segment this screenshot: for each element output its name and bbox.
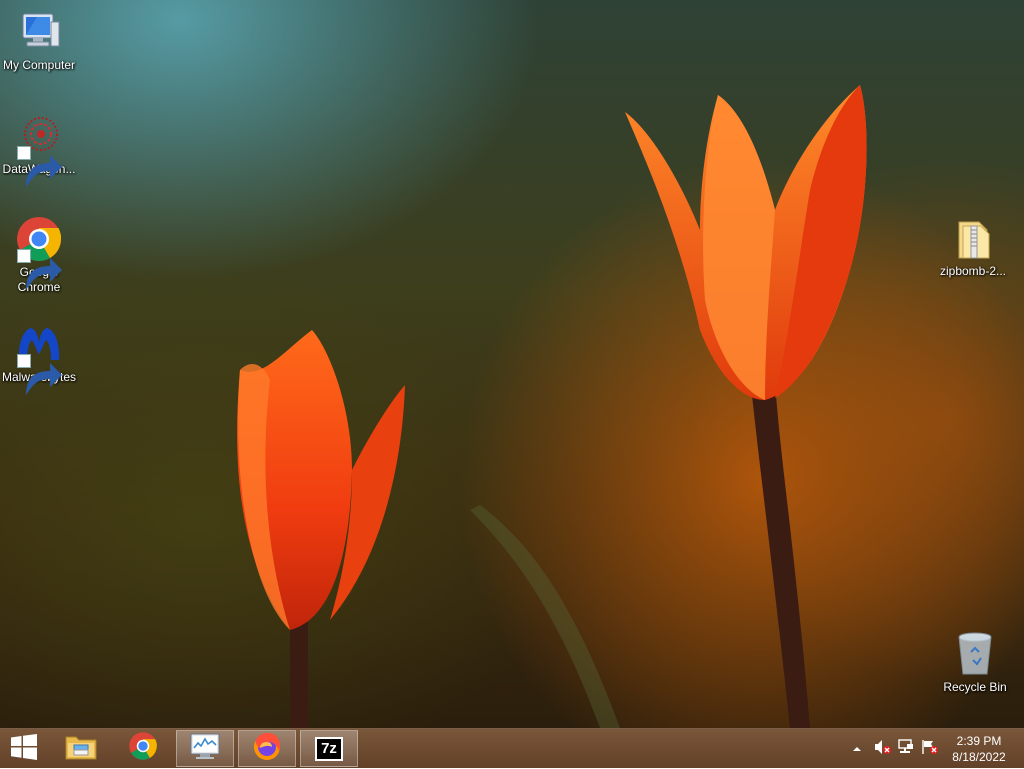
chrome-icon — [15, 215, 63, 290]
chrome-icon — [128, 731, 158, 766]
firefox-icon — [251, 730, 283, 767]
shortcut-arrow-icon — [17, 249, 62, 290]
shortcut-arrow-icon — [17, 146, 62, 187]
7zip-icon: 7z — [315, 736, 343, 761]
windows-logo-icon — [10, 733, 38, 766]
recycle-bin-icon — [951, 630, 999, 678]
show-hidden-icons-chevron-icon — [852, 740, 862, 758]
desktop-icon-label: My Computer — [2, 58, 76, 72]
show-hidden-icons-button[interactable] — [850, 729, 864, 769]
tray-volume[interactable] — [872, 729, 892, 769]
desktop-icon-google-chrome[interactable]: Google Chrome — [0, 215, 78, 295]
taskbar: 7z 2:39 PM 8/18/2022 — [0, 728, 1024, 768]
computer-icon — [15, 8, 63, 56]
7zip-icon-text: 7z — [321, 740, 337, 757]
tulip-wallpaper-art — [237, 85, 867, 728]
desktop-icon-my-computer[interactable]: My Computer — [0, 8, 78, 73]
malwarebytes-icon — [15, 320, 63, 395]
volume-muted-icon — [873, 739, 891, 760]
taskbar-7zip[interactable]: 7z — [300, 730, 358, 767]
desktop-icon-recycle-bin[interactable]: Recycle Bin — [936, 630, 1014, 695]
desktop-wallpaper — [0, 0, 1024, 728]
start-button[interactable] — [0, 729, 48, 769]
tray-network[interactable] — [896, 729, 916, 769]
clock-time: 2:39 PM — [956, 734, 1002, 748]
folder-icon — [949, 214, 997, 262]
taskbar-clock[interactable]: 2:39 PM 8/18/2022 — [946, 733, 1012, 765]
tray-action-center[interactable] — [920, 729, 940, 769]
taskbar-google-chrome[interactable] — [114, 730, 172, 767]
datawagon-icon — [15, 112, 63, 187]
shortcut-arrow-icon — [17, 354, 62, 395]
desktop-icon-label: zipbomb-2... — [939, 264, 1007, 278]
desktop-icon-zipbomb-folder[interactable]: zipbomb-2... — [934, 214, 1012, 279]
task-manager-icon — [189, 731, 221, 766]
desktop-icon-label: Recycle Bin — [943, 680, 1007, 694]
clock-date: 8/18/2022 — [952, 750, 1006, 764]
action-center-alert-icon — [921, 739, 939, 760]
taskbar-firefox[interactable] — [238, 730, 296, 767]
taskbar-file-explorer[interactable] — [52, 730, 110, 767]
taskbar-task-manager[interactable] — [176, 730, 234, 767]
network-icon — [897, 738, 915, 760]
file-explorer-icon — [64, 731, 98, 766]
desktop-icon-datawagon[interactable]: DataWagon... — [0, 112, 78, 187]
desktop-icon-malwarebytes[interactable]: Malwarebytes — [0, 320, 78, 395]
